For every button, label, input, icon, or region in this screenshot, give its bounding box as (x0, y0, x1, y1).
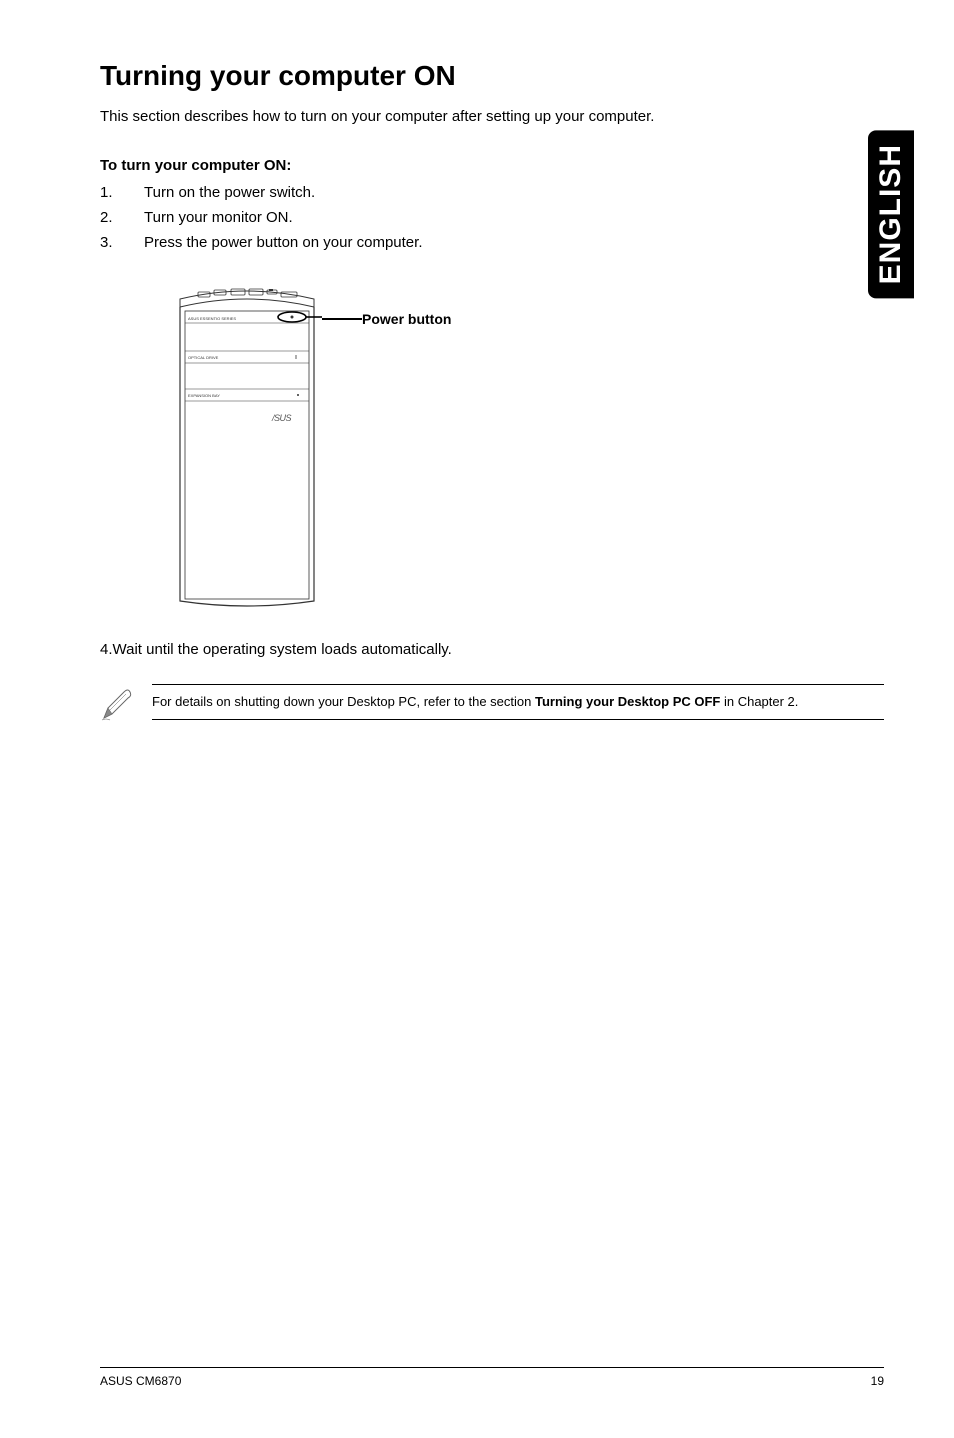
footer-left: ASUS CM6870 (100, 1374, 181, 1388)
callout-line (322, 318, 362, 320)
step-text: Press the power button on your computer. (144, 234, 423, 251)
step-3: 3. Press the power button on your comput… (100, 234, 884, 251)
expansion-bay-label: EXPANSION BAY (188, 393, 220, 398)
tower-illustration-block: ASUS ESSENTIO SERIES OPTICAL DRIVE EXPAN… (172, 281, 884, 611)
note-pencil-icon (100, 688, 134, 722)
steps-list: 1. Turn on the power switch. 2. Turn you… (100, 184, 884, 251)
power-button-label: Power button (362, 311, 451, 327)
page-footer: ASUS CM6870 19 (100, 1367, 884, 1388)
optical-drive-label: OPTICAL DRIVE (188, 355, 219, 360)
note-text: For details on shutting down your Deskto… (152, 684, 884, 720)
asus-logo: /SUS (271, 413, 292, 423)
side-language-tab: ENGLISH (868, 130, 914, 298)
step-num: 3. (100, 234, 144, 251)
step-2: 2. Turn your monitor ON. (100, 209, 884, 226)
step-text: Turn on the power switch. (144, 184, 315, 201)
step-num: 2. (100, 209, 144, 226)
step-4: 4. Wait until the operating system loads… (100, 641, 884, 658)
intro-text: This section describes how to turn on yo… (100, 108, 884, 125)
series-label: ASUS ESSENTIO SERIES (188, 316, 236, 321)
step-num: 1. (100, 184, 144, 201)
page-title: Turning your computer ON (100, 60, 884, 92)
note-post: in Chapter 2. (720, 694, 798, 709)
note-block: For details on shutting down your Deskto… (100, 684, 884, 722)
step-1: 1. Turn on the power switch. (100, 184, 884, 201)
step-num: 4. (100, 641, 113, 658)
step-text: Wait until the operating system loads au… (113, 641, 452, 658)
power-button-callout: Power button (322, 311, 451, 327)
subheading: To turn your computer ON: (100, 157, 884, 174)
footer-page-number: 19 (871, 1374, 884, 1388)
step-text: Turn your monitor ON. (144, 209, 293, 226)
desktop-tower-illustration: ASUS ESSENTIO SERIES OPTICAL DRIVE EXPAN… (172, 281, 322, 611)
note-bold: Turning your Desktop PC OFF (535, 694, 720, 709)
note-pre: For details on shutting down your Deskto… (152, 694, 535, 709)
